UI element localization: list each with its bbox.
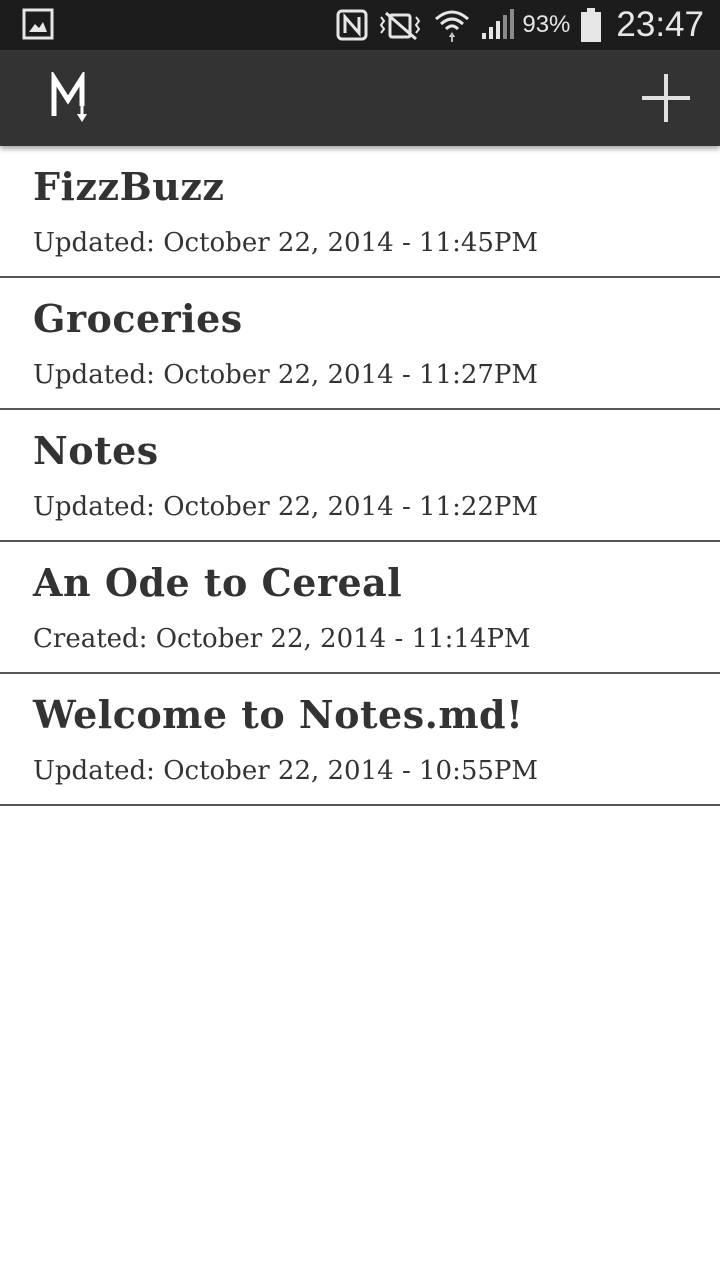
- signal-icon: [480, 9, 515, 41]
- nfc-icon: [336, 9, 368, 41]
- plus-icon: [642, 74, 690, 122]
- note-item-fizzbuzz[interactable]: FizzBuzz Updated: October 22, 2014 - 11:…: [0, 146, 720, 278]
- note-title: An Ode to Cereal: [33, 560, 403, 605]
- note-title: Groceries: [33, 296, 243, 341]
- note-timestamp: Updated: October 22, 2014 - 11:27PM: [33, 360, 539, 390]
- note-title: FizzBuzz: [33, 164, 225, 209]
- clock: 23:47: [616, 5, 704, 44]
- note-timestamp: Updated: October 22, 2014 - 10:55PM: [33, 756, 539, 786]
- note-item-notes[interactable]: Notes Updated: October 22, 2014 - 11:22P…: [0, 410, 720, 542]
- note-title: Notes: [33, 428, 159, 473]
- note-list: FizzBuzz Updated: October 22, 2014 - 11:…: [0, 146, 720, 806]
- app-bar: [0, 50, 720, 146]
- note-timestamp: Created: October 22, 2014 - 11:14PM: [33, 624, 531, 654]
- note-item-ode-to-cereal[interactable]: An Ode to Cereal Created: October 22, 20…: [0, 542, 720, 674]
- note-title: Welcome to Notes.md!: [33, 692, 524, 737]
- note-item-welcome[interactable]: Welcome to Notes.md! Updated: October 22…: [0, 674, 720, 806]
- markdown-logo-icon[interactable]: [50, 69, 94, 124]
- note-timestamp: Updated: October 22, 2014 - 11:45PM: [33, 228, 539, 258]
- note-item-groceries[interactable]: Groceries Updated: October 22, 2014 - 11…: [0, 278, 720, 410]
- gallery-icon: [22, 8, 54, 40]
- note-timestamp: Updated: October 22, 2014 - 11:22PM: [33, 492, 539, 522]
- add-note-button[interactable]: [640, 72, 692, 124]
- battery-percent: 93%: [522, 11, 571, 38]
- vibrate-icon: [378, 9, 424, 41]
- status-bar: 93% 23:47: [0, 0, 720, 50]
- wifi-icon: [434, 7, 470, 43]
- battery-icon: [580, 8, 602, 42]
